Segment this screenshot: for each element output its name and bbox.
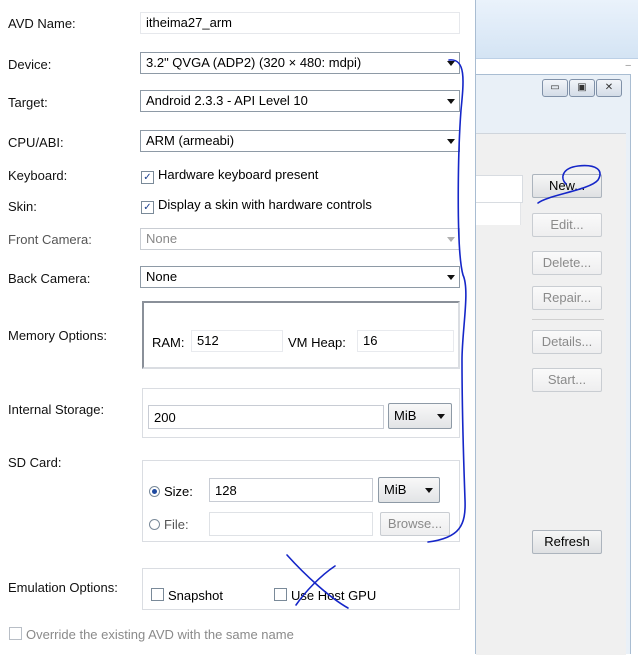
pen-annotations	[286, 59, 601, 609]
annotation-bracket-stroke	[427, 59, 467, 543]
annotation-cross-stroke-2	[295, 565, 336, 606]
annotation-loop-stroke	[537, 164, 601, 204]
annotation-cross-stroke-1	[286, 554, 349, 609]
